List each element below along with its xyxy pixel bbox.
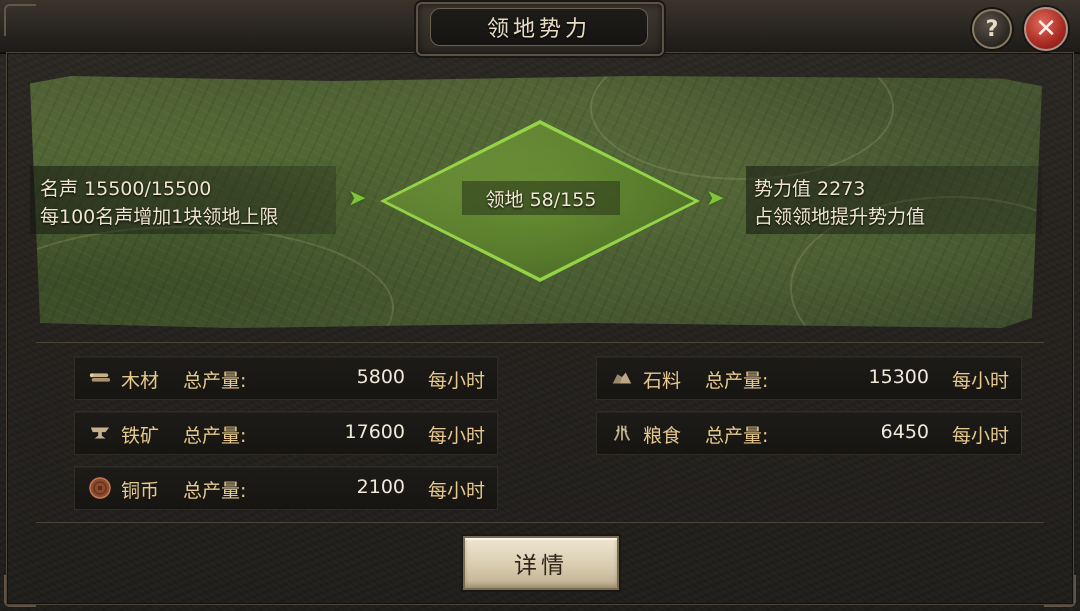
close-icon: ✕: [1035, 14, 1057, 44]
fame-description: 每100名声增加1块领地上限: [40, 206, 279, 228]
grain-icon: [611, 422, 633, 444]
resource-name: 石料: [643, 370, 682, 392]
resource-name: 粮食: [643, 425, 682, 447]
resource-row-stone: 石料 总产量: 15300 每小时: [596, 356, 1022, 400]
territory-power-window: 领地势力 ? ✕ 名声 15500/15500 每100名声增加1块领地上限 ➤…: [0, 0, 1080, 611]
copper-coin-icon: [89, 477, 111, 499]
resource-value: 6450: [880, 421, 929, 443]
resource-value: 17600: [344, 421, 405, 443]
frame-corner: [1044, 575, 1076, 607]
resource-row-iron: 铁矿 总产量: 17600 每小时: [74, 411, 498, 455]
resource-label: 总产量:: [183, 425, 247, 447]
question-icon: ?: [985, 16, 999, 42]
frame-corner: [4, 4, 36, 36]
divider: [36, 342, 1044, 343]
resource-value: 15300: [868, 366, 929, 388]
stone-icon: [611, 367, 633, 389]
resource-label: 总产量:: [705, 425, 769, 447]
resource-name: 铁矿: [121, 425, 160, 447]
resource-row-grain: 粮食 总产量: 6450 每小时: [596, 411, 1022, 455]
resource-unit: 每小时: [427, 480, 485, 502]
resource-name: 铜币: [121, 480, 160, 502]
window-title: 领地势力: [430, 8, 648, 46]
resource-row-wood: 木材 总产量: 5800 每小时: [74, 356, 498, 400]
power-description: 占领领地提升势力值: [754, 206, 926, 228]
help-button[interactable]: ?: [972, 9, 1012, 49]
fame-value: 名声 15500/15500: [40, 178, 212, 200]
divider: [36, 522, 1044, 523]
details-button[interactable]: 详情: [463, 536, 619, 590]
close-button[interactable]: ✕: [1024, 7, 1068, 51]
frame-corner: [4, 575, 36, 607]
resource-value: 2100: [356, 476, 405, 498]
resource-value: 5800: [356, 366, 405, 388]
resource-unit: 每小时: [951, 425, 1009, 447]
arrow-right-icon: ➤: [706, 186, 725, 211]
arrow-right-icon: ➤: [348, 186, 367, 211]
resource-unit: 每小时: [427, 370, 485, 392]
resource-unit: 每小时: [427, 425, 485, 447]
resource-unit: 每小时: [951, 370, 1009, 392]
iron-icon: [89, 422, 111, 444]
resource-label: 总产量:: [183, 370, 247, 392]
resource-name: 木材: [121, 370, 160, 392]
power-value: 势力值 2273: [754, 178, 866, 200]
resource-label: 总产量:: [705, 370, 769, 392]
resource-label: 总产量:: [183, 480, 247, 502]
resource-row-copper: 铜币 总产量: 2100 每小时: [74, 466, 498, 510]
wood-icon: [89, 367, 111, 389]
territory-count: 领地 58/155: [485, 188, 597, 211]
